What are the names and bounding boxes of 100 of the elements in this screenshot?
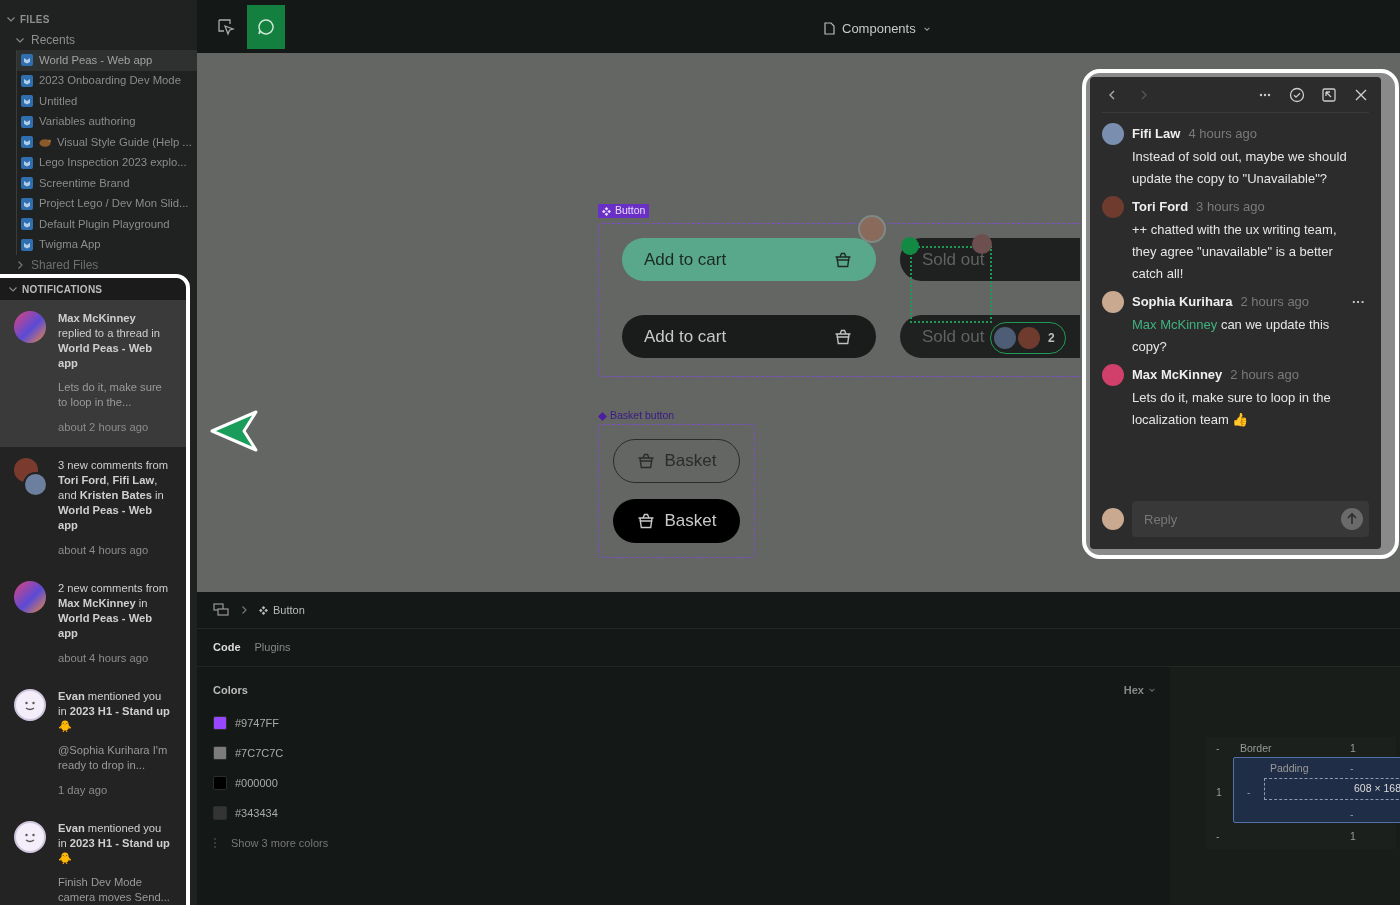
folder-label[interactable]: Shared Files: [31, 256, 99, 274]
component-icon: [259, 605, 268, 615]
comment-tool[interactable]: [247, 4, 285, 49]
section-title: Colors: [213, 682, 248, 698]
comment-time: 2 hours ago: [1230, 366, 1299, 385]
box-model-label: Border: [1240, 741, 1272, 756]
avatar: [23, 472, 48, 497]
file-item[interactable]: Visual Style Guide (Help ...: [17, 132, 197, 153]
avatar: [1102, 123, 1124, 145]
comment-time: 4 hours ago: [1188, 125, 1258, 144]
notification-text: 3 new comments from Tori Ford, Fifi Law, and Kristen Bates in World Peas - Web app: [58, 458, 170, 533]
pointer-arrow-icon: [210, 410, 258, 452]
folder-label[interactable]: Recents: [31, 30, 76, 49]
panel-tab[interactable]: Code: [213, 639, 241, 656]
component-icon: [602, 206, 611, 216]
box-model-value: 1: [1350, 741, 1356, 756]
basket-icon: [834, 251, 852, 268]
section-header: FILES: [20, 12, 50, 27]
comment-icon: [257, 17, 275, 36]
comment-author: Fifi Law: [1132, 125, 1181, 144]
avatar: [994, 327, 1016, 349]
box-model-value: 1: [1350, 829, 1356, 844]
color-value: #7C7C7C: [235, 745, 284, 761]
smiley-avatar-icon: [14, 821, 46, 853]
avatar: [1102, 196, 1124, 218]
layers-icon[interactable]: [213, 603, 229, 617]
mention-link[interactable]: Max McKinney: [1132, 317, 1218, 332]
chevron-icon[interactable]: [8, 284, 18, 294]
basket-icon: [834, 328, 852, 345]
file-item[interactable]: Default Plugin Playground: [17, 214, 197, 235]
panel-tab[interactable]: Plugins: [254, 639, 291, 656]
comment-time: 2 hours ago: [1240, 293, 1310, 312]
box-model-value: -: [1216, 741, 1220, 756]
file-item[interactable]: Project Lego / Dev Mon Slid...: [17, 193, 197, 214]
timestamp: about 4 hours ago: [58, 543, 150, 558]
file-item[interactable]: Untitled: [17, 91, 197, 112]
avatar: [1018, 327, 1040, 349]
file-icon: [21, 54, 33, 67]
file-icon: [21, 197, 33, 210]
notification-item[interactable]: Max McKinney replied to a thread in World Peas - Web app Lets do it, make sure to loop in the... about 2 hours ago: [0, 300, 186, 447]
box-model-value: -: [1350, 761, 1354, 776]
file-icon: [21, 238, 33, 251]
file-item[interactable]: Screentime Brand: [17, 173, 197, 194]
file-item[interactable]: Lego Inspection 2023 explo...: [17, 152, 197, 173]
page-selector[interactable]: Components: [824, 19, 931, 39]
basket-icon: [636, 513, 655, 529]
breadcrumb-item[interactable]: Button: [259, 601, 305, 619]
frame-label[interactable]: Button: [598, 204, 650, 218]
avatar: [1102, 291, 1124, 313]
file-icon: [21, 156, 33, 169]
resolve-icon[interactable]: [1289, 86, 1305, 103]
color-value: #9747FF: [235, 715, 280, 731]
basket-icon: [636, 453, 655, 469]
message-preview: Lets do it, make sure to loop in the...: [58, 380, 163, 410]
avatar: [1102, 508, 1124, 530]
section-header: NOTIFICATIONS: [22, 282, 103, 297]
box-model-label: Padding: [1270, 761, 1309, 776]
file-item[interactable]: Twigma App: [17, 234, 197, 255]
cursor-icon: [217, 17, 235, 36]
box-model-value: -: [1247, 785, 1251, 800]
color-value: #343434: [235, 805, 278, 821]
notification-text: Evan mentioned you in 2023 H1 - Stand up 🐥: [58, 689, 170, 734]
format-dropdown[interactable]: Hex: [1123, 681, 1156, 699]
avatar: [14, 311, 46, 343]
expand-icon[interactable]: [1321, 86, 1337, 103]
color-value: #000000: [235, 775, 278, 791]
file-icon: [21, 115, 33, 128]
avatar: [1102, 364, 1124, 386]
comment-author: Tori Ford: [1132, 198, 1189, 217]
smiley-avatar-icon: [14, 689, 46, 721]
file-icon: [21, 74, 33, 87]
file-item[interactable]: Variables authoring: [17, 111, 197, 132]
more-button[interactable]: ···: [1352, 292, 1369, 312]
avatar: [14, 581, 46, 613]
box-model-value: -: [1216, 829, 1220, 844]
file-item[interactable]: 2023 Onboarding Dev Mode: [17, 70, 197, 91]
comment-pin[interactable]: 2: [990, 322, 1066, 354]
notification-text: Evan mentioned you in 2023 H1 - Stand up 🐥: [58, 821, 170, 866]
box-model-value: 1: [1216, 785, 1222, 800]
component-icon: [598, 411, 607, 421]
box-model-value: -: [1350, 807, 1354, 822]
comment-pin[interactable]: [972, 234, 992, 254]
message-preview: Finish Dev Mode camera moves Send...: [58, 875, 170, 905]
comment-text: Instead of sold out, maybe we should update the copy to "Unavailable"?: [1132, 148, 1348, 188]
chevron-icon: [239, 605, 249, 615]
comment-author: Max McKinney: [1132, 366, 1223, 385]
more-icon: [213, 837, 217, 849]
comment-text: Max McKinney can we update this copy?: [1132, 316, 1331, 356]
caret-icon: [1148, 686, 1156, 694]
file-icon: [21, 95, 33, 108]
document-icon: [824, 22, 835, 36]
reply-field[interactable]: Reply: [1132, 501, 1369, 537]
notification-text: 2 new comments from Max McKinney in World Peas - Web app: [58, 581, 170, 641]
chevron-icon[interactable]: [15, 260, 25, 270]
comment-time: 3 hours ago: [1196, 198, 1265, 217]
chevron-icon[interactable]: [6, 14, 16, 24]
show-more-link[interactable]: Show 3 more colors: [231, 834, 329, 852]
message-preview: @Sophia Kurihara I'm ready to drop in...: [58, 743, 169, 773]
file-item[interactable]: World Peas - Web app: [17, 50, 197, 71]
comment-text: Lets do it, make sure to loop in the localization team 👍: [1132, 389, 1332, 429]
